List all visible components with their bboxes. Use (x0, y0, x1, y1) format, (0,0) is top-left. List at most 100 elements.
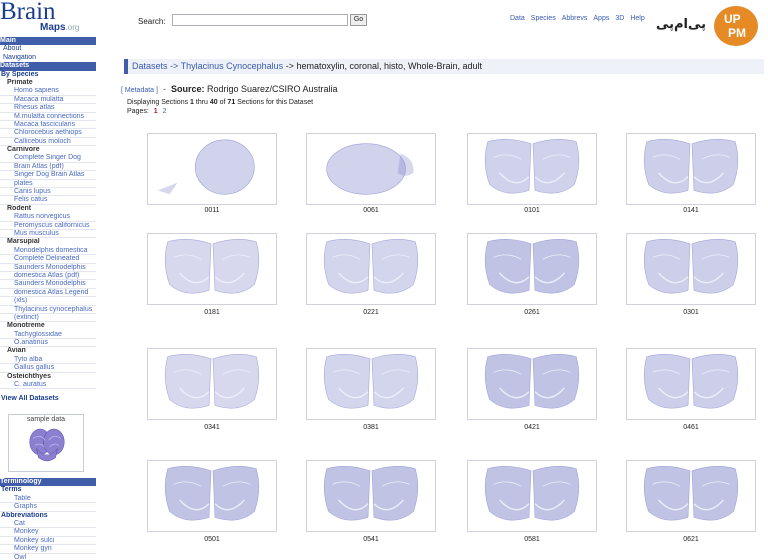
section-number-label[interactable]: 0461 (661, 424, 721, 431)
sample-data-box[interactable]: sample data (8, 414, 84, 472)
brainmaps-logo[interactable]: Brain Maps.org (0, 0, 96, 36)
source-value: Rodrigo Suarez/CSIRO Australia (207, 84, 338, 94)
sidebar-item[interactable]: Monkey sulci (0, 537, 96, 546)
section-number-label[interactable]: 0221 (341, 309, 401, 316)
sidebar-item[interactable]: Saunders Monodelphis (0, 264, 96, 272)
sidebar-terminology-menu: Terminology Terms Table Graphs Abbreviations… (0, 478, 96, 560)
sidebar-item[interactable]: Cat (0, 520, 96, 529)
breadcrumb-datasets[interactable]: Datasets (132, 61, 168, 71)
sidebar-item[interactable]: Callicebus moloch (0, 138, 96, 147)
search-input[interactable] (172, 14, 348, 26)
section-thumbnail[interactable] (626, 348, 756, 420)
section-number-label[interactable]: 0101 (502, 207, 562, 214)
go-button[interactable]: Go (350, 14, 367, 26)
sidebar-item[interactable]: Graphs (0, 503, 96, 512)
section-number-label[interactable]: 0141 (661, 207, 721, 214)
sidebar-item[interactable]: (xls) (0, 297, 96, 306)
sidebar-item[interactable]: O.anatinus (0, 339, 96, 348)
sidebar-item[interactable]: View All Datasets (0, 395, 96, 403)
source-label: Source: (170, 84, 205, 94)
section-number-label[interactable]: 0621 (661, 536, 721, 543)
sidebar-item[interactable]: Canis lupus (0, 188, 96, 197)
sidebar-item[interactable]: Macaca fascicularis (0, 121, 96, 130)
nav-link-species[interactable]: Species (531, 15, 556, 22)
sidebar-item[interactable]: Chlorocebus aethiops (0, 129, 96, 138)
section-number-label[interactable]: 0181 (182, 309, 242, 316)
sidebar-item[interactable]: domestica Atlas (pdf) (0, 272, 96, 281)
section-number-label[interactable]: 0301 (661, 309, 721, 316)
sidebar-item[interactable]: Monodelphis domestica (0, 247, 96, 256)
sidebar-item[interactable]: plates (0, 180, 96, 189)
nav-link-apps[interactable]: Apps (593, 15, 609, 22)
search-label: Search: (138, 17, 166, 26)
sidebar-item[interactable]: Tachyglossidae (0, 331, 96, 340)
nav-link-3d[interactable]: 3D (615, 15, 624, 22)
sidebar-item[interactable]: Singer Dog Brain Atlas (0, 171, 96, 180)
section-number-label[interactable]: 0421 (502, 424, 562, 431)
sidebar-item[interactable]: Complete Delineated (0, 255, 96, 264)
sidebar-item[interactable]: Navigation (0, 54, 96, 62)
section-number-label[interactable]: 0541 (341, 536, 401, 543)
section-thumbnail[interactable] (147, 233, 277, 305)
sidebar-section-header: Datasets (0, 62, 96, 71)
sidebar-item[interactable]: Macaca mulatta (0, 96, 96, 105)
sidebar-item[interactable]: Table (0, 495, 96, 504)
section-thumbnail[interactable] (467, 233, 597, 305)
section-thumbnail[interactable] (147, 348, 277, 420)
metadata-link[interactable]: [ Metadata ] (121, 87, 158, 94)
section-number-label[interactable]: 0011 (182, 207, 242, 214)
sidebar-item[interactable]: Felis catus (0, 196, 96, 205)
sidebar-item[interactable]: Rhesus atlas (0, 104, 96, 113)
sidebar-item[interactable]: Monkey gyri (0, 545, 96, 554)
nav-link-data[interactable]: Data (510, 15, 525, 22)
section-number-label[interactable]: 0581 (502, 536, 562, 543)
sidebar-item[interactable]: Gallus gallus (0, 364, 96, 373)
section-number-label[interactable]: 0341 (182, 424, 242, 431)
section-thumbnail[interactable] (467, 348, 597, 420)
sidebar-item[interactable]: Complete Singer Dog (0, 154, 96, 163)
sidebar-item[interactable]: domestica Atlas Legend (0, 289, 96, 298)
section-thumbnail[interactable] (147, 133, 277, 205)
sidebar-item[interactable]: Monkey (0, 528, 96, 537)
section-number-label[interactable]: 0381 (341, 424, 401, 431)
sidebar-item[interactable]: Brain Atlas (pdf) (0, 163, 96, 172)
section-thumbnail[interactable] (626, 133, 756, 205)
section-thumbnail[interactable] (306, 348, 436, 420)
nav-link-help[interactable]: Help (630, 15, 644, 22)
section-thumbnail[interactable] (467, 133, 597, 205)
section-thumbnail[interactable] (306, 133, 436, 205)
sidebar-category: Carnivore (7, 146, 40, 154)
sidebar-item[interactable]: M.mulatta connections (0, 113, 96, 121)
sidebar-item[interactable]: (extinct) (0, 314, 96, 323)
sidebar-item[interactable]: Tyto alba (0, 356, 96, 365)
sidebar-item[interactable]: Terms (0, 486, 96, 494)
sidebar-item[interactable]: By Species (0, 71, 96, 79)
sidebar-item[interactable]: Rattus norvegicus (0, 213, 96, 222)
sidebar-item[interactable]: Saunders Monodelphis (0, 280, 96, 289)
sidebar-item[interactable]: Mus musculus (0, 230, 96, 239)
displaying-sections-text: Displaying Sections 1 thru 40 of 71 Sect… (127, 99, 314, 106)
section-thumbnail[interactable] (626, 460, 756, 532)
section-number-label[interactable]: 0061 (341, 207, 401, 214)
sidebar-item[interactable]: Owl (0, 554, 96, 560)
section-thumbnail[interactable] (306, 460, 436, 532)
top-nav: Data Species Abbrevs Apps 3D Help (510, 15, 651, 22)
section-number-label[interactable]: 0501 (182, 536, 242, 543)
sidebar: Brain Maps.org Main About Navigation Datase… (0, 0, 96, 560)
page-2-link[interactable]: 2 (163, 108, 167, 115)
sidebar-item[interactable]: Peromyscus californicus (0, 222, 96, 230)
sidebar-item[interactable]: About (0, 45, 96, 53)
sidebar-item[interactable]: Homo sapiens (0, 87, 96, 96)
sidebar-item[interactable]: Abbreviations (0, 512, 96, 520)
section-thumbnail[interactable] (467, 460, 597, 532)
section-thumbnail[interactable] (626, 233, 756, 305)
sidebar-category: Osteichthyes (7, 372, 51, 380)
sidebar-item[interactable]: C. auratus (0, 381, 96, 390)
sidebar-category: Monotreme (7, 322, 45, 330)
section-thumbnail[interactable] (306, 233, 436, 305)
sidebar-item[interactable]: Thylacinus cynocephalus (0, 306, 96, 314)
breadcrumb-species[interactable]: Thylacinus Cynocephalus (181, 61, 284, 71)
nav-link-abbrevs[interactable]: Abbrevs (562, 15, 588, 22)
section-number-label[interactable]: 0261 (502, 309, 562, 316)
section-thumbnail[interactable] (147, 460, 277, 532)
